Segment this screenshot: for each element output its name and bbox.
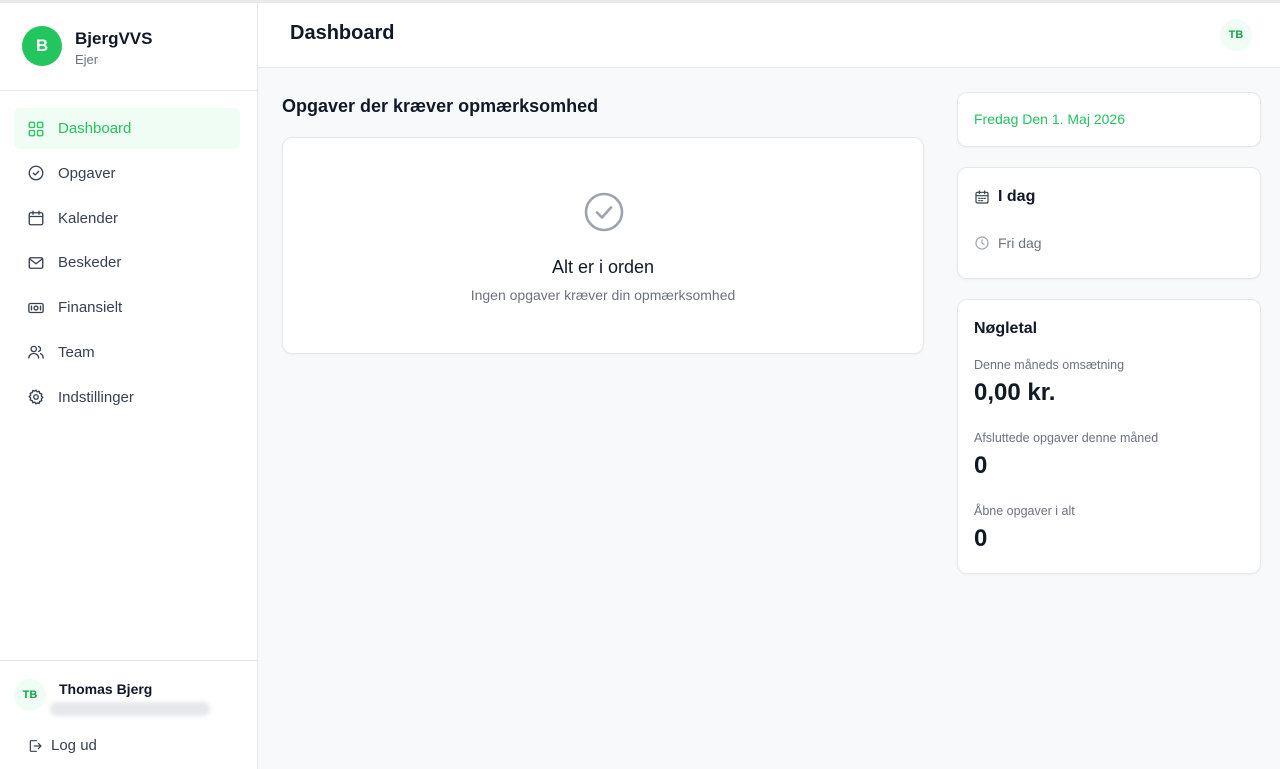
sidebar-item-team[interactable]: Team [14, 332, 240, 373]
clock-icon [975, 236, 989, 250]
today-status: Fri dag [974, 235, 1042, 251]
sidebar-item-label: Team [58, 343, 95, 361]
top-header: Dashboard TB [258, 3, 1280, 68]
page-title: Dashboard [290, 22, 395, 44]
today-heading: I dag [974, 188, 1035, 206]
sidebar-item-label: Finansielt [58, 299, 123, 316]
sidebar-item-label: Opgaver [58, 164, 116, 182]
revenue-value: 0,00 kr. [974, 379, 1056, 406]
mail-icon [28, 256, 44, 269]
gear-icon [28, 389, 44, 405]
avatar: TB [14, 679, 46, 711]
logout-icon [29, 739, 42, 752]
sidebar-item-label: Kalender [58, 209, 119, 227]
attention-card: Alt er i orden Ingen opgaver kræver din … [282, 137, 924, 354]
sidebar: B BjergVVS Ejer Dashboard Opgaver Kalend… [0, 3, 258, 769]
attention-section-title: Opgaver der kræver opmærksomhed [282, 96, 599, 116]
revenue-label: Denne måneds omsætning [974, 358, 1125, 372]
brand-avatar: B [22, 26, 62, 66]
logout-button[interactable]: Log ud [27, 737, 97, 754]
user-email-redacted [50, 702, 210, 716]
logout-label: Log ud [51, 737, 97, 754]
date-card: Fredag Den 1. Maj 2026 [957, 92, 1261, 147]
calendar-icon [975, 190, 989, 204]
current-date: Fredag Den 1. Maj 2026 [974, 111, 1125, 127]
users-icon [28, 345, 44, 359]
user-panel: TB Thomas Bjerg Log ud [0, 660, 257, 769]
completed-tasks-label: Afsluttede opgaver denne måned [974, 431, 1159, 445]
kpi-card: Nøgletal Denne måneds omsætning 0,00 kr.… [957, 299, 1261, 574]
today-status-text: Fri dag [998, 235, 1042, 251]
sidebar-item-label: Indstillinger [58, 388, 134, 406]
calendar-icon [28, 210, 44, 226]
grid-icon [28, 121, 44, 136]
brand-header: B BjergVVS Ejer [0, 3, 257, 91]
sidebar-item-finansielt[interactable]: Finansielt [14, 287, 240, 328]
today-title: I dag [998, 188, 1036, 205]
header-avatar[interactable]: TB [1220, 19, 1252, 51]
sidebar-item-label: Dashboard [58, 120, 132, 137]
kpi-title: Nøgletal [974, 320, 1038, 337]
sidebar-item-indstillinger[interactable]: Indstillinger [14, 377, 240, 418]
banknote-icon [28, 302, 44, 313]
check-circle-icon [584, 192, 624, 232]
open-tasks-label: Åbne opgaver i alt [974, 504, 1075, 518]
completed-tasks-value: 0 [974, 452, 988, 479]
user-name: Thomas Bjerg [59, 681, 153, 697]
today-card: I dag Fri dag [957, 167, 1261, 279]
user-role: Ejer [75, 52, 99, 67]
company-name: BjergVVS [75, 29, 153, 48]
empty-state-subtitle: Ingen opgaver kræver din opmærksomhed [470, 287, 736, 303]
sidebar-item-dashboard[interactable]: Dashboard [14, 108, 240, 149]
open-tasks-value: 0 [974, 525, 988, 552]
sidebar-item-label: Beskeder [58, 254, 122, 272]
sidebar-item-beskeder[interactable]: Beskeder [14, 242, 240, 283]
check-circle-icon [28, 165, 44, 181]
sidebar-nav: Dashboard Opgaver Kalender Beskeder Fina… [14, 108, 240, 421]
empty-state-title: Alt er i orden [551, 257, 655, 277]
sidebar-item-kalender[interactable]: Kalender [14, 198, 240, 239]
sidebar-item-opgaver[interactable]: Opgaver [14, 153, 240, 194]
